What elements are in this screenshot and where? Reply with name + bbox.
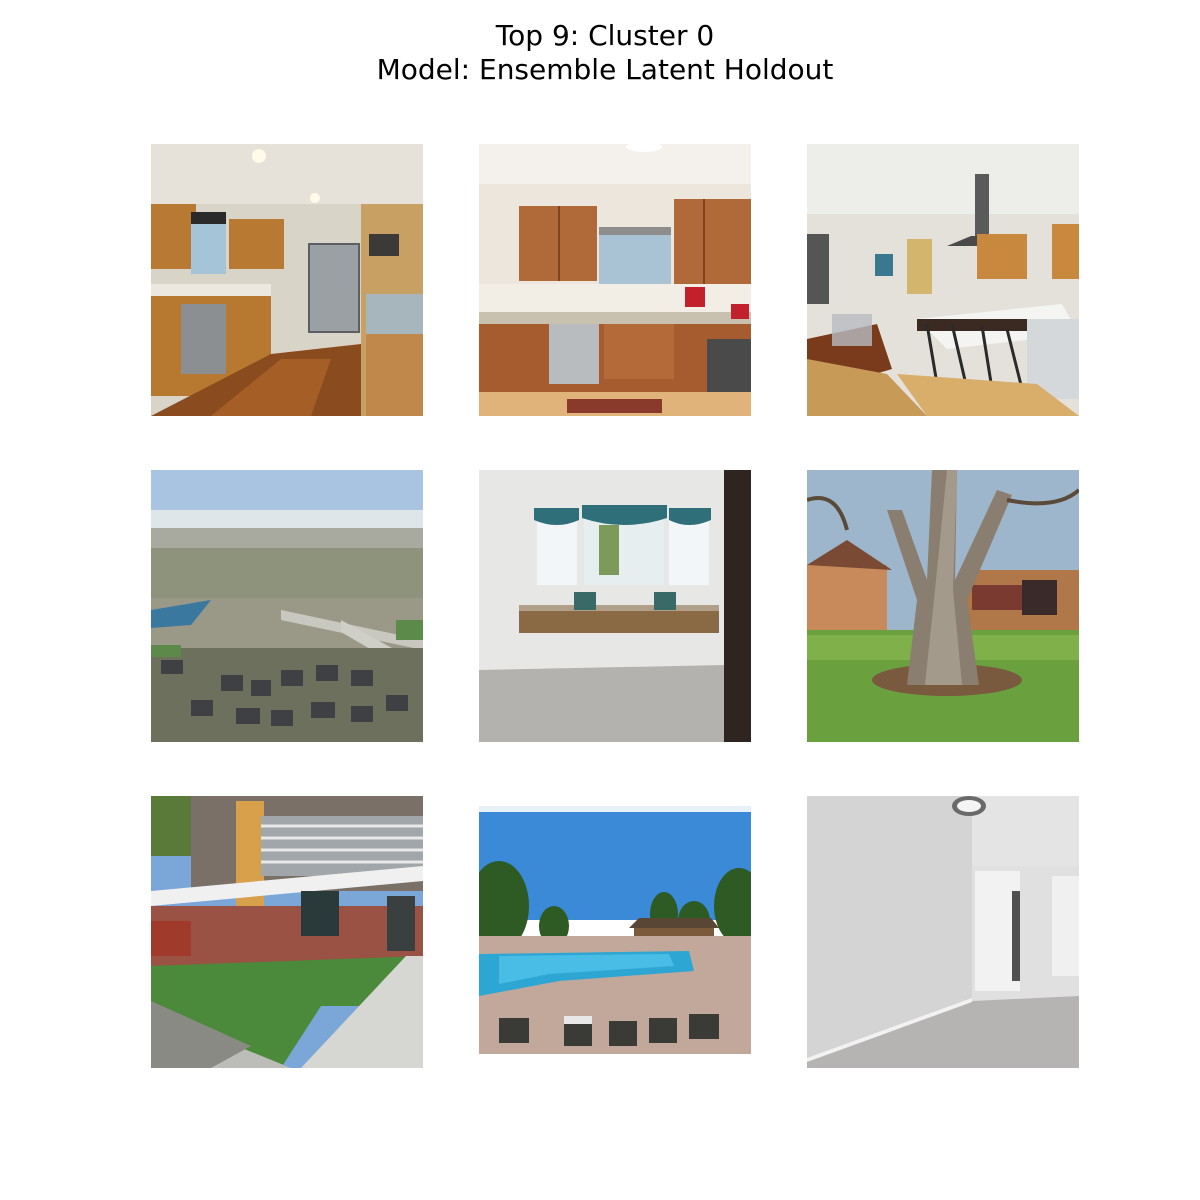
image-open-kitchen-island <box>807 144 1079 416</box>
image-aerial-neighborhood <box>151 470 423 742</box>
image-empty-gray-room <box>807 796 1079 1068</box>
figure-subtitle: Model: Ensemble Latent Holdout <box>376 53 834 86</box>
image-kitchen-cherry-cabinets <box>479 144 751 416</box>
image-kitchen-wood-floor <box>151 144 423 416</box>
image-modern-townhouse-exterior <box>151 796 423 1068</box>
image-large-tree-yard <box>807 470 1079 742</box>
figure-title: Top 9: Cluster 0 <box>495 19 715 52</box>
image-bay-window-room <box>479 470 751 742</box>
image-community-pool <box>479 796 751 1068</box>
